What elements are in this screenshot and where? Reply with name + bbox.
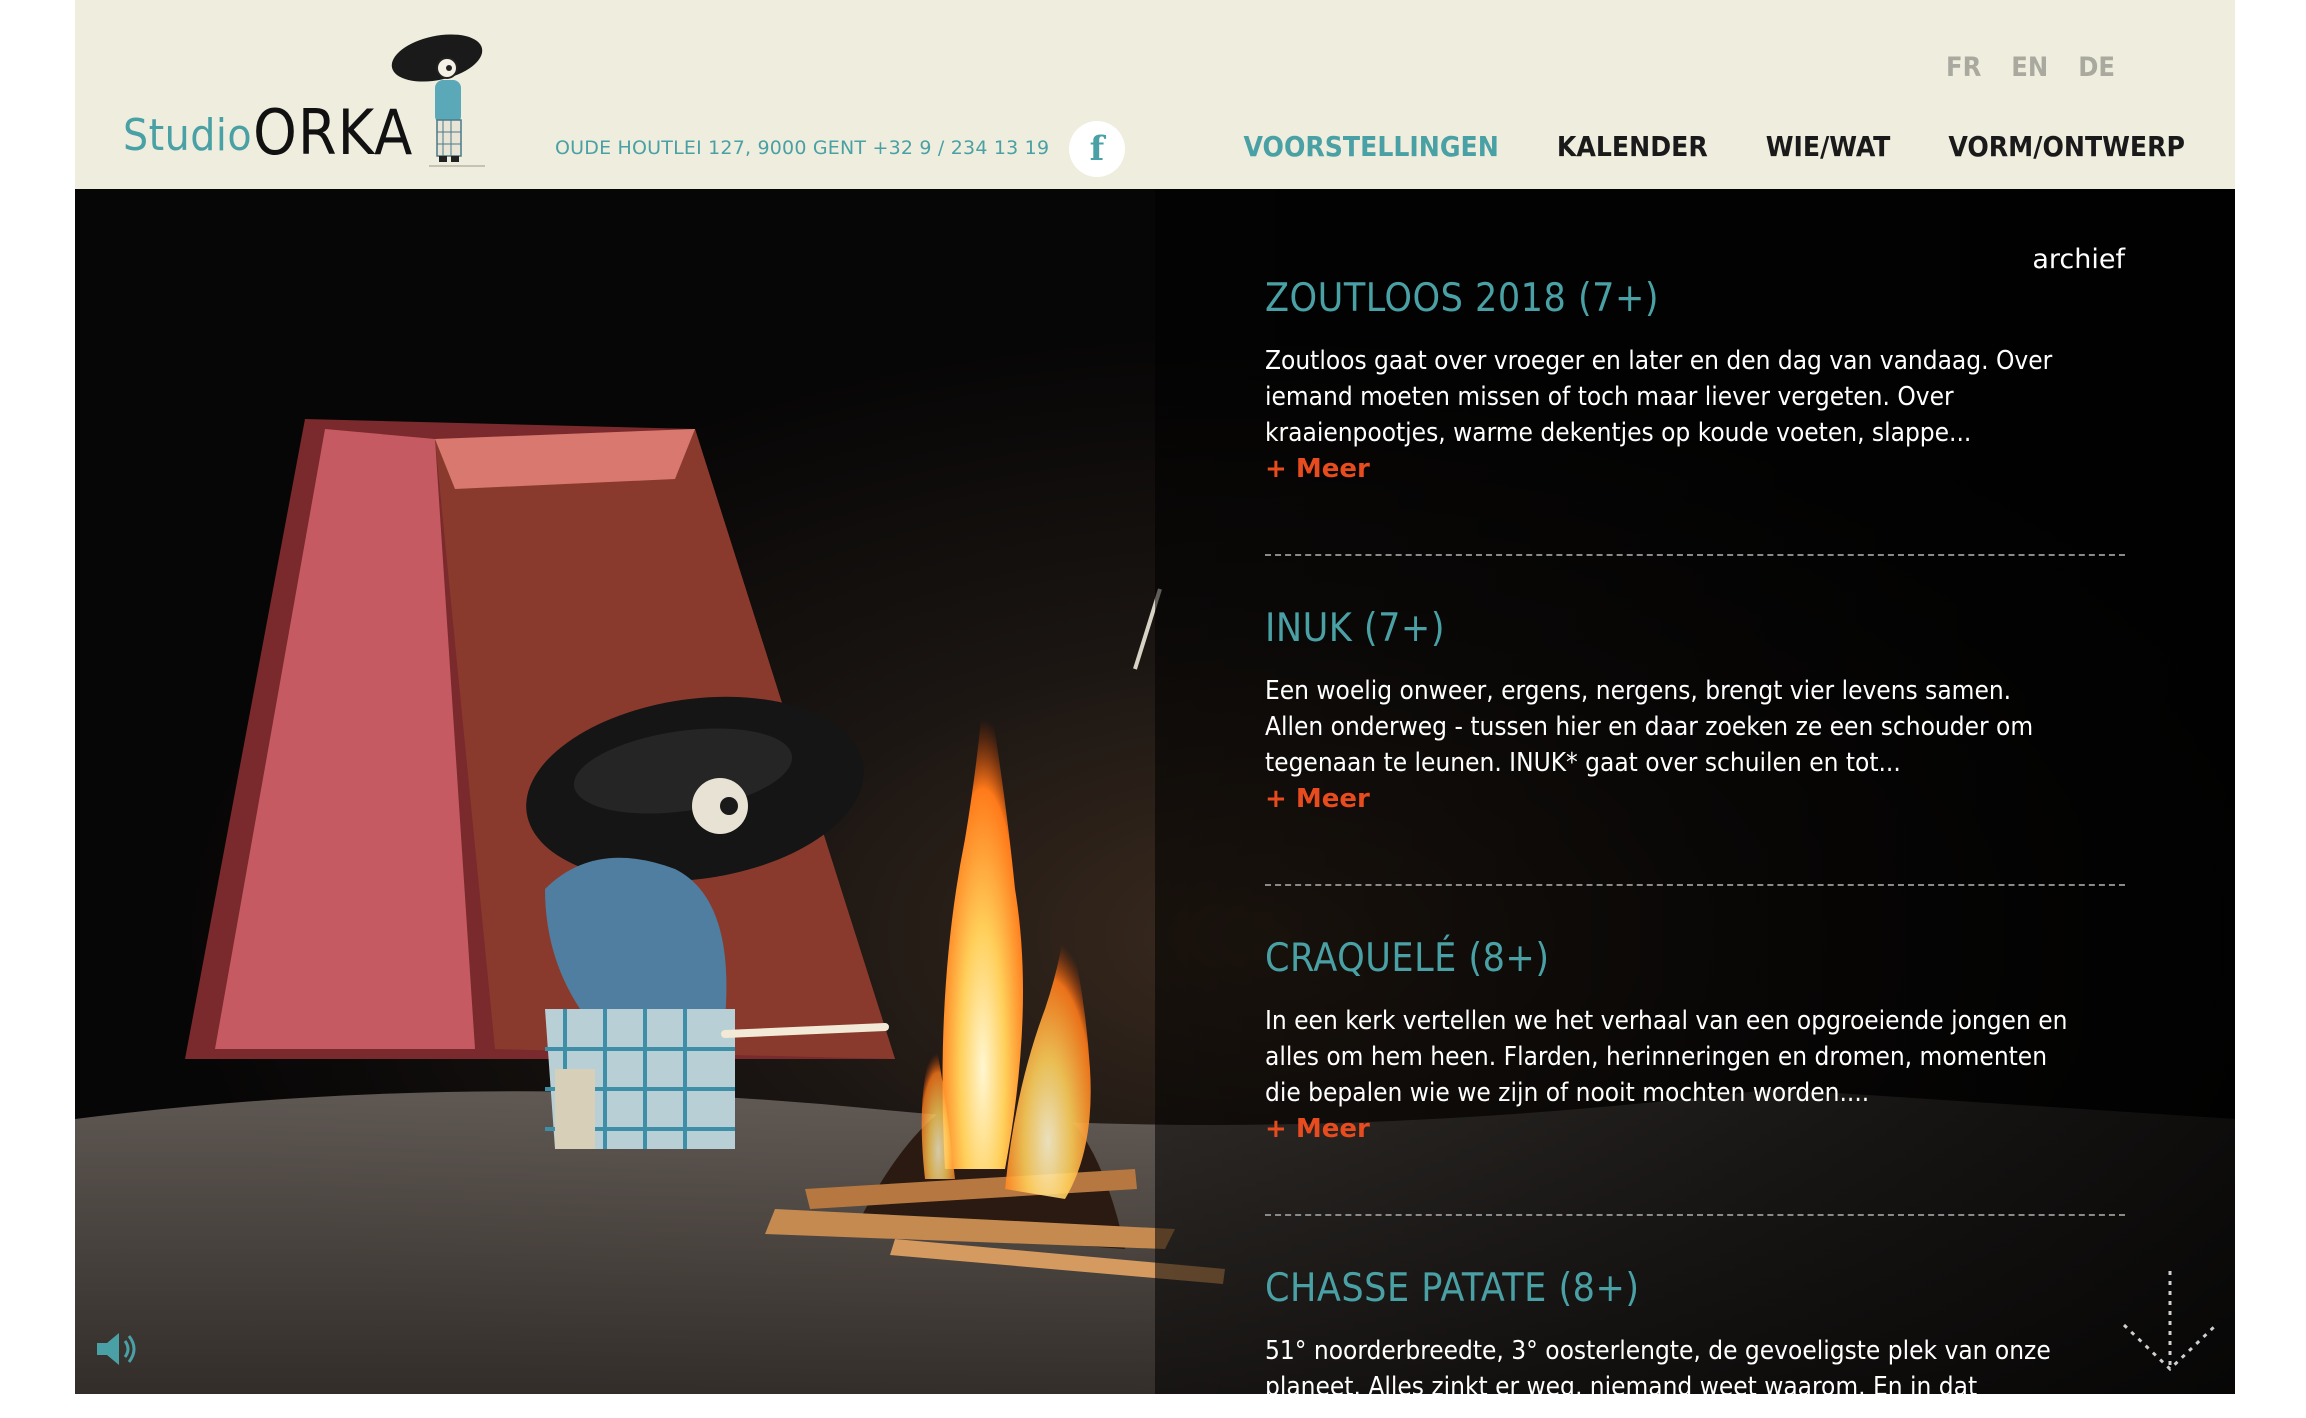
show-title[interactable]: CRAQUELÉ (8+) bbox=[1265, 936, 2125, 981]
show-item: ZOUTLOOS 2018 (7+) Zoutloos gaat over vr… bbox=[1265, 276, 2125, 487]
divider bbox=[1265, 1214, 2125, 1216]
nav-voorstellingen[interactable]: VOORSTELLINGEN bbox=[1244, 130, 1499, 163]
facebook-icon: f bbox=[1089, 129, 1105, 169]
show-item: INUK (7+) Een woelig onweer, ergens, ner… bbox=[1265, 606, 2125, 817]
speaker-icon[interactable] bbox=[93, 1329, 141, 1369]
divider bbox=[1265, 884, 2125, 886]
show-description: 51° noorderbreedte, 3° oosterlengte, de … bbox=[1265, 1336, 2051, 1394]
header: Studio ORKA OUDE HOUTLEI 127, 9000 GENT … bbox=[75, 0, 2235, 189]
address-phone: OUDE HOUTLEI 127, 9000 GENT +32 9 / 234 … bbox=[555, 137, 1050, 159]
logo[interactable]: Studio ORKA bbox=[123, 20, 553, 170]
arrow-down-icon[interactable] bbox=[2120, 1269, 2220, 1379]
show-title[interactable]: INUK (7+) bbox=[1265, 606, 2125, 651]
lang-en[interactable]: EN bbox=[2011, 52, 2048, 83]
show-title[interactable]: ZOUTLOOS 2018 (7+) bbox=[1265, 276, 2125, 321]
logo-studio-text: Studio bbox=[123, 110, 253, 161]
page: Studio ORKA OUDE HOUTLEI 127, 9000 GENT … bbox=[75, 0, 2235, 1394]
show-description: Een woelig onweer, ergens, nergens, bren… bbox=[1265, 676, 2034, 778]
nav-vorm-ontwerp[interactable]: VORM/ONTWERP bbox=[1948, 130, 2185, 163]
show-item: CRAQUELÉ (8+) In een kerk vertellen we h… bbox=[1265, 936, 2125, 1147]
lang-de[interactable]: DE bbox=[2078, 52, 2115, 83]
hero-video: archief ZOUTLOOS 2018 (7+) Zoutloos gaat… bbox=[75, 189, 2235, 1394]
facebook-button[interactable]: f bbox=[1069, 121, 1125, 177]
show-title[interactable]: CHASSE PATATE (8+) bbox=[1265, 1266, 2125, 1311]
show-item: CHASSE PATATE (8+) 51° noorderbreedte, 3… bbox=[1265, 1266, 2125, 1394]
more-link[interactable]: + Meer bbox=[1265, 1111, 2125, 1147]
more-link[interactable]: + Meer bbox=[1265, 451, 2125, 487]
show-description: In een kerk vertellen we het verhaal van… bbox=[1265, 1006, 2068, 1108]
archive-link[interactable]: archief bbox=[2032, 244, 2125, 275]
lang-fr[interactable]: FR bbox=[1946, 52, 1981, 83]
language-switcher: FR EN DE bbox=[1946, 52, 2115, 83]
more-link[interactable]: + Meer bbox=[1265, 781, 2125, 817]
divider bbox=[1265, 554, 2125, 556]
nav-kalender[interactable]: KALENDER bbox=[1557, 130, 1708, 163]
logo-figure-illustration bbox=[391, 34, 485, 167]
shows-list: archief ZOUTLOOS 2018 (7+) Zoutloos gaat… bbox=[1265, 244, 2125, 1394]
show-description: Zoutloos gaat over vroeger en later en d… bbox=[1265, 346, 2053, 448]
nav-wie-wat[interactable]: WIE/WAT bbox=[1766, 130, 1891, 163]
main-nav: VOORSTELLINGEN KALENDER WIE/WAT VORM/ONT… bbox=[1244, 130, 2185, 163]
